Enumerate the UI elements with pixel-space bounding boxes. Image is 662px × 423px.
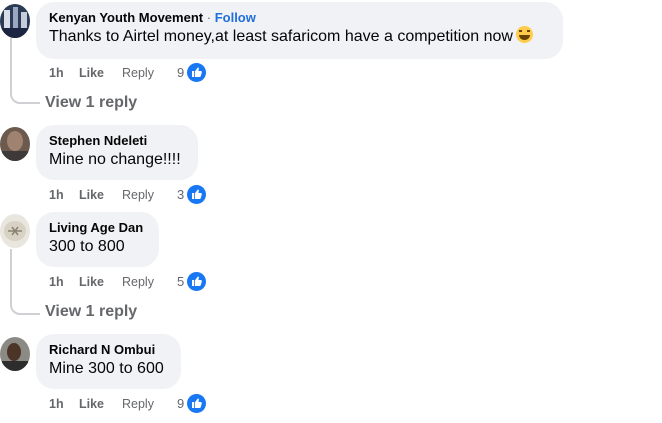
author-name[interactable]: Richard N Ombui [49, 341, 169, 358]
comment: Richard N Ombui Mine 300 to 600 1h Like … [0, 334, 662, 423]
thumbs-up-icon[interactable] [187, 394, 206, 413]
reply-button[interactable]: Reply [122, 185, 154, 205]
author-name[interactable]: Stephen Ndeleti [49, 132, 186, 149]
view-replies-link[interactable]: View 1 reply [45, 93, 137, 113]
avatar[interactable] [0, 337, 30, 371]
timestamp[interactable]: 1h [49, 185, 64, 205]
timestamp[interactable]: 1h [49, 394, 64, 414]
like-button[interactable]: Like [79, 185, 104, 205]
comment: Stephen Ndeleti Mine no change!!!! 1h Li… [0, 124, 662, 210]
comment-actions: 1h Like Reply [49, 185, 609, 205]
follow-button[interactable]: Follow [215, 10, 256, 25]
comment-bubble: Richard N Ombui Mine 300 to 600 [36, 334, 181, 389]
comment: Kenyan Youth Movement · Follow Thanks to… [0, 0, 662, 115]
reaction-count[interactable]: 5 [177, 272, 184, 292]
comment-text: Mine no change!!!! [49, 151, 181, 168]
avatar[interactable] [0, 214, 30, 248]
timestamp[interactable]: 1h [49, 272, 64, 292]
reply-button[interactable]: Reply [122, 272, 154, 292]
reply-thread-line [10, 249, 40, 315]
comment-bubble: Living Age Dan 300 to 800 [36, 212, 159, 267]
laughing-emoji-icon [515, 26, 533, 43]
reaction-count[interactable]: 3 [177, 185, 184, 205]
thumbs-up-icon[interactable] [187, 185, 206, 204]
comment: Living Age Dan 300 to 800 1h Like Reply … [0, 211, 662, 326]
comment-author-line: Kenyan Youth Movement · Follow [49, 9, 551, 26]
comment-text: Mine 300 to 600 [49, 360, 164, 377]
comment-actions: 1h Like Reply [49, 63, 609, 83]
thumbs-up-icon[interactable] [187, 63, 206, 82]
comment-actions: 1h Like Reply [49, 272, 609, 292]
separator-dot: · [206, 10, 212, 25]
comment-bubble: Kenyan Youth Movement · Follow Thanks to… [36, 2, 563, 59]
like-button[interactable]: Like [79, 394, 104, 414]
comment-actions: 1h Like Reply [49, 394, 609, 414]
like-button[interactable]: Like [79, 63, 104, 83]
thumbs-up-icon[interactable] [187, 272, 206, 291]
reply-button[interactable]: Reply [122, 63, 154, 83]
reaction-count[interactable]: 9 [177, 63, 184, 83]
author-name[interactable]: Living Age Dan [49, 219, 147, 236]
view-replies-link[interactable]: View 1 reply [45, 302, 137, 322]
timestamp[interactable]: 1h [49, 63, 64, 83]
author-name[interactable]: Kenyan Youth Movement [49, 10, 203, 25]
comment-text: 300 to 800 [49, 238, 125, 255]
reaction-count[interactable]: 9 [177, 394, 184, 414]
reply-button[interactable]: Reply [122, 394, 154, 414]
like-button[interactable]: Like [79, 272, 104, 292]
comment-bubble: Stephen Ndeleti Mine no change!!!! [36, 125, 198, 180]
comment-text-content: Thanks to Airtel money,at least safarico… [49, 28, 513, 45]
reply-thread-line [10, 38, 40, 104]
avatar[interactable] [0, 127, 30, 161]
comment-text: Thanks to Airtel money,at least safarico… [49, 26, 551, 48]
avatar[interactable] [0, 4, 30, 38]
